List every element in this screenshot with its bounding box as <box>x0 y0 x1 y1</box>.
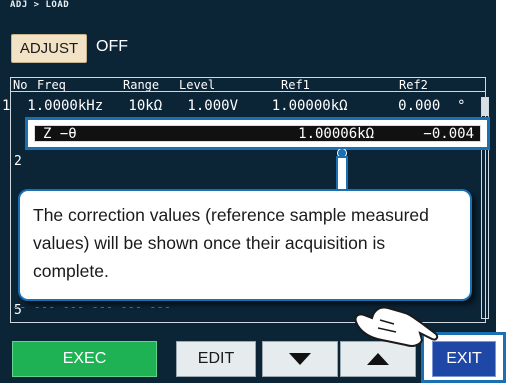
col-ref2-header: Ref2 <box>399 78 428 92</box>
col-ref1-header: Ref1 <box>281 78 310 92</box>
table-row[interactable]: 1 1.0000kHz 10kΩ 1.000V 1.00000kΩ 0.000 … <box>2 97 472 110</box>
edit-button[interactable]: EDIT <box>176 341 256 377</box>
table-header: No Freq Range Level Ref1 Ref2 <box>10 77 486 92</box>
measurement-row: Z −θ 1.00006kΩ −0.004 <box>34 125 481 142</box>
callout-box: The correction values (reference sample … <box>18 189 472 301</box>
down-arrow-icon <box>289 353 311 365</box>
col-range-header: Range <box>123 78 160 92</box>
pointing-hand-icon <box>354 306 439 347</box>
callout-connector <box>336 149 348 191</box>
measurement-highlight: Z −θ 1.00006kΩ −0.004 <box>25 117 490 150</box>
table-row-partial: -- --- --- --- --- --- <box>12 300 171 314</box>
scroll-thumb[interactable] <box>482 98 488 116</box>
up-arrow-icon <box>367 353 389 365</box>
col-level-header: Level <box>179 78 216 92</box>
col-freq-header: Freq <box>37 78 66 92</box>
col-no-header: No <box>13 78 28 92</box>
adjust-button[interactable]: ADJUST <box>11 34 87 63</box>
ref2-value: −0.004 <box>423 126 474 142</box>
callout-text: The correction values (reference sample … <box>33 205 429 281</box>
exec-button[interactable]: EXEC <box>12 341 157 377</box>
exit-button[interactable]: EXIT <box>432 341 496 377</box>
parameter-label: Z −θ <box>43 126 77 142</box>
down-button[interactable] <box>262 341 338 377</box>
row-number-2: 2 <box>14 154 22 169</box>
adjust-status: OFF <box>96 38 128 55</box>
breadcrumb: ADJ > LOAD <box>10 0 70 10</box>
ref1-value: 1.00006kΩ <box>298 126 374 142</box>
